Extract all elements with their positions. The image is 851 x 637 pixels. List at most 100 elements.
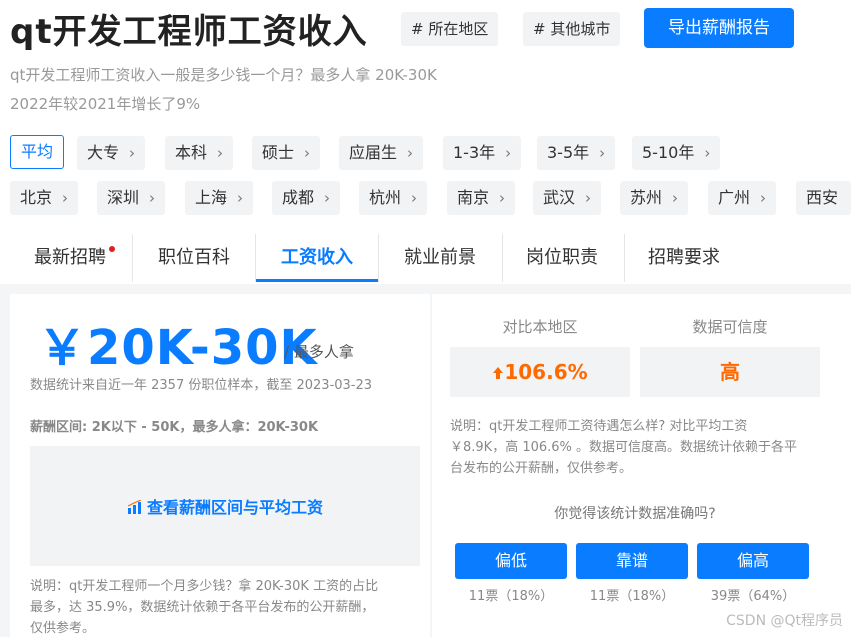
section-tabs: 最新招聘 职位百科 工资收入 就业前景 岗位职责 招聘要求 [0, 234, 851, 282]
tab-prospects[interactable]: 就业前景 [392, 234, 488, 282]
chevron-right-icon: › [304, 144, 311, 162]
increase-value: 106.6% [504, 360, 588, 384]
city-guangzhou[interactable]: 广州 › [708, 181, 777, 215]
salary-range: ￥20K-30K [38, 320, 318, 376]
city-label: 广州 [718, 188, 751, 207]
chevron-right-icon: › [499, 189, 506, 207]
sample-stat: 数据统计来自近一年 2357 份职位样本，截至 2023-03-23 [30, 378, 373, 393]
tab-divider [378, 234, 379, 282]
tab-divider [132, 234, 133, 282]
chevron-right-icon: › [411, 189, 418, 207]
page-title: qt开发工程师工资收入 [10, 12, 368, 52]
city-label: 成都 [282, 188, 315, 207]
tab-requirements[interactable]: 招聘要求 [636, 234, 732, 282]
filter-label: 应届生 [349, 143, 398, 162]
tab-duties[interactable]: 岗位职责 [514, 234, 610, 282]
city-nanjing[interactable]: 南京 › [447, 181, 516, 215]
explain-line: 仅供参考。 [30, 621, 96, 636]
explain-line: 说明：qt开发工程师一个月多少钱？拿 20K-30K 工资的占比 [30, 579, 379, 594]
accuracy-question: 你觉得该统计数据准确吗? [554, 506, 716, 522]
filter-graduate[interactable]: 应届生 › [339, 136, 424, 170]
city-wuhan[interactable]: 武汉 › [533, 181, 602, 215]
compare-explain: 说明：qt开发工程师工资待遇怎么样? 对比平均工资 ￥8.9K，高 106.6%… [450, 416, 797, 479]
chevron-right-icon: › [505, 144, 512, 162]
filter-label: 1-3年 [453, 143, 496, 162]
chevron-right-icon: › [217, 144, 224, 162]
city-label: 西安 [806, 188, 839, 207]
filter-3-5-years[interactable]: 3-5年 › [537, 136, 616, 170]
city-shanghai[interactable]: 上海 › [185, 181, 254, 215]
city-chengdu[interactable]: 成都 › [272, 181, 341, 215]
tab-divider [502, 234, 503, 282]
chevron-right-icon: › [672, 189, 679, 207]
chevron-right-icon: › [585, 189, 592, 207]
city-label: 北京 [20, 188, 53, 207]
arrow-up-icon [493, 367, 504, 379]
city-label: 杭州 [369, 188, 402, 207]
salary-range-line: 薪酬区间: 2K以下 - 50K，最多人拿：20K-30K [30, 420, 319, 435]
vote-accurate-count: 11票（18%） [589, 589, 675, 604]
vote-accurate-button[interactable]: 靠谱 [576, 543, 688, 579]
filter-label: 3-5年 [547, 143, 590, 162]
filter-bachelor[interactable]: 本科 › [165, 136, 234, 170]
city-hangzhou[interactable]: 杭州 › [359, 181, 428, 215]
filter-1-3-years[interactable]: 1-3年 › [443, 136, 522, 170]
filter-average[interactable]: 平均 [10, 135, 65, 169]
increase-box: 106.6% [450, 347, 630, 397]
filter-label: 5-10年 [642, 143, 695, 162]
vote-low-count: 11票（18%） [468, 589, 554, 604]
notification-dot [109, 246, 115, 252]
explain-line: 最多，达 35.9%，数据统计依赖于各平台发布的公开薪酬， [30, 600, 375, 615]
reliability-heading: 数据可信度 [692, 318, 768, 336]
watermark: CSDN @Qt程序员 [726, 613, 843, 629]
view-salary-label: 查看薪酬区间与平均工资 [146, 498, 323, 517]
salary-chart-placeholder[interactable]: 查看薪酬区间与平均工资 [30, 446, 420, 566]
reliability-box: 高 [640, 347, 820, 397]
city-label: 深圳 [107, 188, 140, 207]
chevron-right-icon: › [704, 144, 711, 162]
filter-label: 本科 [175, 143, 208, 162]
city-label: 南京 [457, 188, 490, 207]
vote-high-button[interactable]: 偏高 [697, 543, 809, 579]
filter-master[interactable]: 硕士 › [252, 136, 321, 170]
summary-line-2: 2022年较2021年增长了9% [10, 95, 201, 113]
explain-line: 台发布的公开薪酬，仅供参考。 [450, 461, 633, 476]
salary-explain: 说明：qt开发工程师一个月多少钱？拿 20K-30K 工资的占比 最多，达 35… [30, 576, 378, 637]
city-label: 武汉 [543, 188, 576, 207]
chevron-right-icon: › [599, 144, 606, 162]
city-label: 苏州 [630, 188, 663, 207]
vote-low-button[interactable]: 偏低 [455, 543, 567, 579]
tab-salary[interactable]: 工资收入 [256, 234, 378, 282]
chevron-right-icon: › [237, 189, 244, 207]
explain-line: ￥8.9K，高 106.6% 。数据可信度高。数据统计依赖于各平 [450, 440, 798, 455]
city-beijing[interactable]: 北京 › [10, 181, 79, 215]
filter-college[interactable]: 大专 › [77, 136, 146, 170]
compare-region-heading: 对比本地区 [502, 318, 578, 336]
city-shenzhen[interactable]: 深圳 › [97, 181, 166, 215]
chevron-right-icon: › [407, 144, 414, 162]
tab-latest-jobs[interactable]: 最新招聘 [22, 234, 118, 282]
city-label: 上海 [195, 188, 228, 207]
chevron-right-icon: › [149, 189, 156, 207]
tab-job-wiki[interactable]: 职位百科 [146, 234, 242, 282]
summary-line-1: qt开发工程师工资收入一般是多少钱一个月？最多人拿 20K-30K [10, 66, 437, 84]
explain-line: 说明：qt开发工程师工资待遇怎么样? 对比平均工资 [450, 419, 748, 434]
tab-divider [624, 234, 625, 282]
bar-chart-icon [127, 499, 142, 514]
city-xian[interactable]: 西安 [796, 181, 851, 215]
tag-region[interactable]: # 所在地区 [401, 12, 499, 46]
vote-high-count: 39票（64%） [710, 589, 796, 604]
filter-label: 平均 [21, 142, 54, 161]
chevron-right-icon: › [760, 189, 767, 207]
filter-label: 大专 [87, 143, 120, 162]
chevron-right-icon: › [129, 144, 136, 162]
view-salary-link[interactable]: 查看薪酬区间与平均工资 [30, 494, 420, 518]
city-suzhou[interactable]: 苏州 › [620, 181, 689, 215]
salary-suffix: / 最多人拿 [284, 343, 354, 361]
chevron-right-icon: › [62, 189, 69, 207]
chevron-right-icon: › [324, 189, 331, 207]
tag-other-cities[interactable]: # 其他城市 [523, 12, 621, 46]
export-report-button[interactable]: 导出薪酬报告 [644, 8, 794, 48]
filter-label: 硕士 [262, 143, 295, 162]
filter-5-10-years[interactable]: 5-10年 › [632, 136, 721, 170]
